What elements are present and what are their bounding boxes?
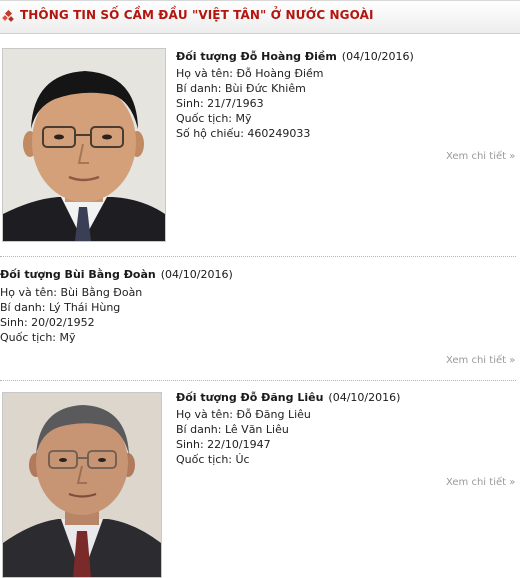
entry-name[interactable]: Đối tượng Bùi Bằng Đoàn [0, 268, 156, 281]
entry-divider [0, 256, 516, 257]
info-birth: Sinh: 22/10/1947 [176, 438, 271, 451]
person-photo [2, 48, 166, 242]
view-details-link[interactable]: Xem chi tiết » [446, 355, 515, 366]
section-title: THÔNG TIN SỐ CẦM ĐẦU "VIỆT TÂN" Ở NƯỚC N… [20, 8, 374, 22]
info-alias: Bí danh: Lý Thái Hùng [0, 301, 121, 314]
red-diamond-bullet-icon [2, 10, 14, 22]
view-details-link[interactable]: Xem chi tiết » [446, 477, 515, 488]
person-photo [2, 392, 162, 578]
info-nationality: Quốc tịch: Mỹ [0, 331, 76, 344]
info-alias: Bí danh: Bùi Đức Khiêm [176, 82, 306, 95]
info-full-name: Họ và tên: Đỗ Đăng Liêu [176, 408, 311, 421]
entry-title[interactable]: Đối tượng Đỗ Hoàng Điềm (04/10/2016) [176, 50, 414, 63]
entry-name[interactable]: Đối tượng Đỗ Hoàng Điềm [176, 50, 337, 63]
entry-date: (04/10/2016) [341, 50, 414, 63]
section-header: THÔNG TIN SỐ CẦM ĐẦU "VIỆT TÂN" Ở NƯỚC N… [0, 0, 520, 34]
entry-date: (04/10/2016) [328, 391, 401, 404]
view-details-link[interactable]: Xem chi tiết » [446, 151, 515, 162]
info-birth: Sinh: 20/02/1952 [0, 316, 95, 329]
info-passport: Số hộ chiếu: 460249033 [176, 127, 311, 140]
info-nationality: Quốc tịch: Mỹ [176, 112, 252, 125]
info-birth: Sinh: 21/7/1963 [176, 97, 264, 110]
info-alias: Bí danh: Lê Văn Liêu [176, 423, 289, 436]
entry-divider [0, 380, 516, 381]
info-nationality: Quốc tịch: Úc [176, 453, 250, 466]
info-full-name: Họ và tên: Đỗ Hoàng Điềm [176, 67, 324, 80]
info-full-name: Họ và tên: Bùi Bằng Đoàn [0, 286, 143, 299]
entry-date: (04/10/2016) [160, 268, 233, 281]
entry-name[interactable]: Đối tượng Đỗ Đăng Liêu [176, 391, 323, 404]
entry-title[interactable]: Đối tượng Bùi Bằng Đoàn (04/10/2016) [0, 268, 233, 281]
entry-title[interactable]: Đối tượng Đỗ Đăng Liêu (04/10/2016) [176, 391, 400, 404]
